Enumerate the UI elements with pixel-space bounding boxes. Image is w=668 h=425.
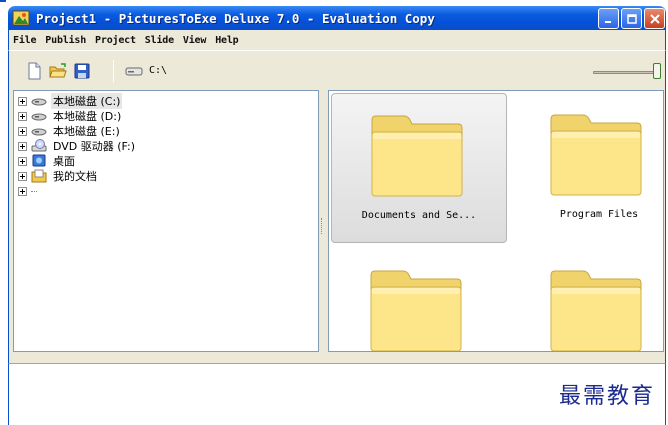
window-edge-marker <box>0 0 6 2</box>
tree-item[interactable]: DVD 驱动器 (F:) <box>18 139 137 153</box>
tree-item-label: 我的文档 <box>53 170 97 183</box>
horizontal-splitter[interactable] <box>8 352 666 364</box>
menu-bar: File Publish Project Slide View Help <box>8 30 666 50</box>
hard-drive-icon <box>31 98 47 106</box>
folder-icon <box>370 270 462 351</box>
close-icon <box>649 13 660 24</box>
expand-icon[interactable] <box>18 111 27 121</box>
hard-drive-icon <box>31 128 47 136</box>
save-icon[interactable] <box>73 62 91 80</box>
menu-view[interactable]: View <box>183 35 206 46</box>
menu-file[interactable]: File <box>13 35 36 46</box>
window-title: Project1 - PicturesToExe Deluxe 7.0 - Ev… <box>36 10 435 26</box>
app-icon <box>12 10 30 26</box>
minimize-button[interactable] <box>598 8 619 29</box>
tree-connector <box>31 190 37 192</box>
file-tile[interactable] <box>511 249 663 351</box>
file-tile[interactable]: Documents and Se... <box>331 93 507 243</box>
open-folder-icon[interactable] <box>49 62 67 80</box>
tree-item[interactable]: 我的文档 <box>18 169 99 183</box>
tree-item[interactable]: 本地磁盘 (E:) <box>18 124 122 138</box>
dvd-drive-icon <box>31 139 47 152</box>
menu-slide[interactable]: Slide <box>145 35 174 46</box>
tree-item[interactable]: 本地磁盘 (C:) <box>18 93 123 109</box>
toolbar: C:\ <box>8 50 666 88</box>
file-label: Program Files <box>559 209 639 220</box>
close-button[interactable] <box>644 8 665 29</box>
tree-item-label: 本地磁盘 (E:) <box>53 125 120 138</box>
zoom-slider-track[interactable] <box>593 71 661 74</box>
maximize-button[interactable] <box>621 8 642 29</box>
tree-item-label: 本地磁盘 (D:) <box>53 110 122 123</box>
expand-icon[interactable] <box>18 186 27 196</box>
file-browser[interactable]: Documents and Se... Program Files <box>328 90 664 352</box>
folder-icon <box>550 270 642 351</box>
new-file-icon[interactable] <box>25 62 43 80</box>
tree-item-label: DVD 驱动器 (F:) <box>53 140 136 153</box>
menu-help[interactable]: Help <box>215 35 238 46</box>
expand-icon[interactable] <box>18 171 27 181</box>
file-tile[interactable] <box>331 249 507 351</box>
tree-item-label: 桌面 <box>53 155 75 168</box>
slide-list-area[interactable]: 最需教育 <box>8 364 666 425</box>
expand-icon[interactable] <box>18 141 27 151</box>
tree-item-label: 本地磁盘 (C:) <box>51 93 123 109</box>
maximize-icon <box>626 13 637 24</box>
tree-item[interactable]: 桌面 <box>18 154 77 168</box>
splitter-grip-icon[interactable] <box>321 218 323 234</box>
expand-icon[interactable] <box>18 126 27 136</box>
expand-icon[interactable] <box>18 156 27 166</box>
expand-icon[interactable] <box>18 96 27 106</box>
main-area: 本地磁盘 (C:) 本地磁盘 (D:) 本地磁盘 (E:) DVD 驱动器 (F… <box>8 88 666 352</box>
tree-item[interactable]: 本地磁盘 (D:) <box>18 109 123 123</box>
hard-drive-icon <box>31 113 47 121</box>
folder-tree[interactable]: 本地磁盘 (C:) 本地磁盘 (D:) 本地磁盘 (E:) DVD 驱动器 (F… <box>13 90 319 352</box>
current-path: C:\ <box>149 65 168 76</box>
my-documents-icon <box>31 169 47 183</box>
desktop-icon <box>32 154 46 167</box>
file-tile[interactable]: Program Files <box>511 93 663 243</box>
menu-project[interactable]: Project <box>95 35 136 46</box>
minimize-icon <box>604 20 611 23</box>
zoom-slider-thumb[interactable] <box>653 63 661 79</box>
watermark-text: 最需教育 <box>558 384 655 409</box>
title-bar[interactable]: Project1 - PicturesToExe Deluxe 7.0 - Ev… <box>8 6 666 30</box>
tree-item-empty[interactable] <box>18 184 37 198</box>
file-label: Documents and Se... <box>361 210 477 221</box>
folder-icon <box>550 114 642 196</box>
toolbar-separator <box>113 60 114 82</box>
folder-icon <box>371 115 463 197</box>
drive-icon[interactable] <box>125 62 143 80</box>
menu-publish[interactable]: Publish <box>45 35 86 46</box>
